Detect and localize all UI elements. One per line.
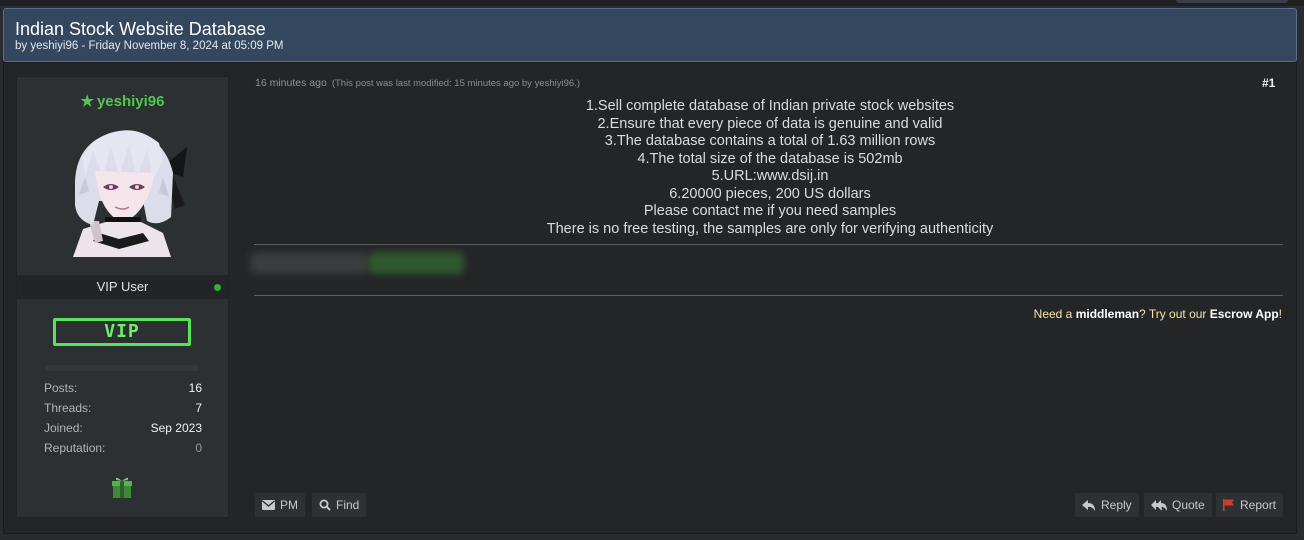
- stat-label: Joined:: [44, 421, 83, 435]
- stat-value: 7: [195, 401, 202, 415]
- author-username[interactable]: ★ yeshiyi96: [17, 92, 228, 110]
- stat-label: Threads:: [44, 401, 92, 415]
- escrow-prefix: Need a: [1033, 307, 1076, 321]
- post-modified-note: (This post was last modified: 15 minutes…: [331, 78, 580, 89]
- reply-icon: [1082, 499, 1095, 511]
- post-line: There is no free testing, the samples ar…: [546, 220, 994, 237]
- vip-badge: VIP: [53, 318, 191, 346]
- badge-divider: [45, 365, 199, 371]
- stat-value[interactable]: 0: [195, 441, 202, 455]
- signature-divider-top: [254, 244, 1283, 245]
- report-button-label: Report: [1240, 498, 1277, 512]
- post-number-link[interactable]: #1: [1262, 76, 1275, 90]
- post-line: 4.The total size of the database is 502m…: [637, 150, 903, 167]
- thread-title: Indian Stock Website Database: [15, 19, 266, 39]
- stat-label: Reputation:: [44, 441, 106, 455]
- online-status-icon: [214, 284, 221, 291]
- thread-byline: by yeshiyi96 - Friday November 8, 2024 a…: [15, 40, 284, 52]
- flag-icon: [1223, 499, 1234, 511]
- post-body: 1.Sell complete database of Indian priva…: [256, 98, 1284, 238]
- stat-joined: Joined: Sep 2023: [44, 421, 202, 437]
- stat-threads: Threads: 7: [44, 401, 202, 417]
- quote-reply-icon: [1151, 499, 1167, 511]
- stat-reputation[interactable]: Reputation: 0: [44, 441, 202, 457]
- envelope-icon: [262, 500, 275, 510]
- post-meta: 16 minutes ago (This post was last modifi…: [255, 77, 580, 89]
- stat-value: Sep 2023: [150, 421, 202, 435]
- top-bar: [0, 0, 1304, 6]
- search-icon: [319, 499, 331, 511]
- reply-button-label: Reply: [1101, 498, 1132, 512]
- find-button[interactable]: Find: [312, 493, 367, 517]
- escrow-app-link[interactable]: Escrow App: [1210, 307, 1279, 321]
- find-button-label: Find: [336, 498, 360, 512]
- post-line: Please contact me if you need samples: [643, 203, 897, 219]
- quote-button[interactable]: Quote: [1144, 493, 1212, 517]
- signature-divider-bottom: [254, 295, 1283, 296]
- stat-posts: Posts: 16: [44, 381, 202, 397]
- quote-button-label: Quote: [1172, 498, 1205, 512]
- middleman-link[interactable]: middleman: [1076, 307, 1139, 321]
- author-panel: ★ yeshiyi96 VIP User VIP Posts: 16 Threa…: [16, 76, 229, 518]
- pm-button-label: PM: [280, 498, 298, 512]
- signature-blurred-text: [250, 252, 368, 274]
- post-line: 2.Ensure that every piece of data is gen…: [597, 115, 943, 132]
- escrow-middle: ? Try out our: [1139, 307, 1210, 321]
- post-line: 3.The database contains a total of 1.63 …: [604, 133, 936, 149]
- reply-button[interactable]: Reply: [1075, 493, 1139, 517]
- author-username-text: yeshiyi96: [96, 93, 165, 110]
- post-time[interactable]: 16 minutes ago: [255, 77, 327, 89]
- signature-blurred-link: [368, 252, 464, 274]
- star-icon: ★: [80, 93, 94, 110]
- escrow-promo: Need a middleman? Try out our Escrow App…: [1034, 307, 1282, 321]
- post-line: 6.20000 pieces, 200 US dollars: [669, 185, 871, 202]
- escrow-suffix: !: [1278, 307, 1282, 321]
- top-bar-tab[interactable]: [1176, 0, 1288, 3]
- user-title: VIP User: [96, 279, 149, 294]
- stat-label: Posts:: [44, 381, 78, 395]
- thread-header: Indian Stock Website Database by yeshiyi…: [3, 8, 1297, 62]
- stat-value: 16: [188, 381, 202, 395]
- gift-icon[interactable]: [109, 474, 135, 500]
- user-title-bar: VIP User: [17, 275, 228, 299]
- post-line: 5.URL:www.dsij.in: [711, 168, 829, 184]
- report-button[interactable]: Report: [1216, 493, 1284, 517]
- avatar[interactable]: [59, 121, 189, 257]
- pm-button[interactable]: PM: [255, 493, 305, 517]
- post-line: 1.Sell complete database of Indian priva…: [585, 98, 955, 114]
